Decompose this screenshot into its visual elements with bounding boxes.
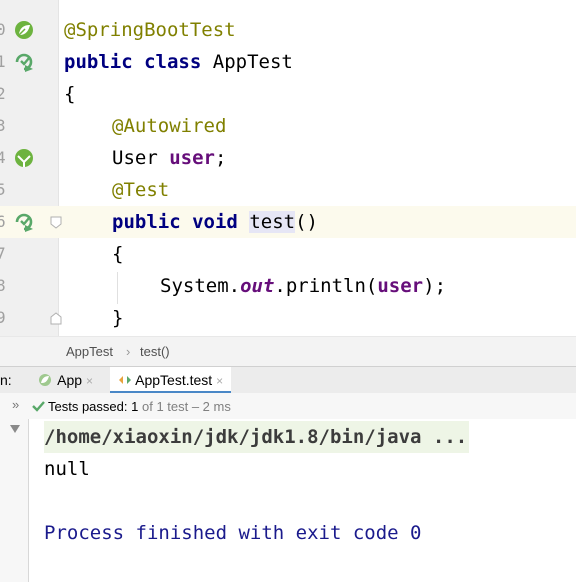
close-icon[interactable]: × <box>216 374 223 388</box>
line-number: 7 <box>0 244 6 263</box>
fold-marker-icon[interactable] <box>50 216 62 229</box>
code-line: 4 User user; <box>0 142 576 174</box>
line-number: 1 <box>0 52 6 71</box>
test-run-icon <box>119 376 131 384</box>
annotation-text: @Autowired <box>112 115 227 137</box>
code-editor[interactable]: 0 @SpringBootTest 1 public class AppTest… <box>0 0 576 336</box>
code-text: System.out.println(user); <box>160 275 447 297</box>
tab-app[interactable]: App × <box>32 367 99 393</box>
run-test-icon[interactable] <box>14 212 34 232</box>
line-number: 9 <box>0 308 6 327</box>
code-line: 2 { <box>0 78 576 110</box>
close-icon[interactable]: × <box>86 374 93 388</box>
current-code-line: 6 public void test() <box>0 206 576 238</box>
run-tool-window-tabs: n: App × AppTest.test × <box>0 366 576 394</box>
code-text: public void test() <box>112 211 318 233</box>
run-test-icon[interactable] <box>14 52 34 72</box>
autowired-bean-icon[interactable] <box>14 148 34 168</box>
code-line: 7 { <box>0 238 576 270</box>
code-line: 5 @Test <box>0 174 576 206</box>
tests-passed-text: Tests passed: 1 of 1 test – 2 ms <box>48 399 231 414</box>
code-line: 3 @Autowired <box>0 110 576 142</box>
code-line: 0 @SpringBootTest <box>0 14 576 46</box>
console-output[interactable]: /home/xiaoxin/jdk/jdk1.8/bin/java ... nu… <box>0 419 576 582</box>
console-output-line: null <box>44 458 90 480</box>
annotation-text: @Test <box>112 179 170 201</box>
console-toolbar <box>0 419 29 582</box>
tab-label: App <box>57 372 83 388</box>
line-number: 6 <box>0 212 6 231</box>
indent-guide <box>117 272 118 304</box>
breadcrumb-item-method[interactable]: test() <box>140 344 170 359</box>
run-panel-label: n: <box>0 372 12 388</box>
code-line: 8 System.out.println(user); <box>0 270 576 302</box>
code-line: 1 public class AppTest <box>0 46 576 78</box>
code-text: public class AppTest <box>64 51 293 73</box>
tab-apptest-test[interactable]: AppTest.test × <box>110 367 232 393</box>
scroll-up-icon[interactable] <box>9 424 21 434</box>
check-icon <box>32 401 45 412</box>
console-command-line[interactable]: /home/xiaoxin/jdk/jdk1.8/bin/java ... <box>44 421 470 453</box>
breadcrumb: AppTest › test() <box>0 336 576 367</box>
spring-bean-icon[interactable] <box>14 20 34 40</box>
line-number: 5 <box>0 180 6 199</box>
line-number: 8 <box>0 276 6 295</box>
test-status-bar: » Tests passed: 1 of 1 test – 2 ms <box>0 393 576 420</box>
line-number: 4 <box>0 148 6 167</box>
tab-label: AppTest.test <box>135 372 213 388</box>
code-text: { <box>64 83 76 105</box>
method-name: test <box>249 211 296 233</box>
line-number: 3 <box>0 116 6 135</box>
spring-app-icon <box>39 374 51 386</box>
code-text: User user; <box>112 147 227 169</box>
line-number: 0 <box>0 20 6 39</box>
breadcrumb-separator: › <box>126 344 131 359</box>
annotation-text: @SpringBootTest <box>64 19 236 41</box>
console-exit-message: Process finished with exit code 0 <box>44 522 422 544</box>
expand-icon[interactable]: » <box>12 397 19 412</box>
line-number: 2 <box>0 84 6 103</box>
code-text: } <box>112 307 124 329</box>
code-line: 9 } <box>0 302 576 334</box>
fold-end-marker-icon[interactable] <box>50 312 62 325</box>
code-text: { <box>112 243 124 265</box>
breadcrumb-item-class[interactable]: AppTest <box>66 344 113 359</box>
